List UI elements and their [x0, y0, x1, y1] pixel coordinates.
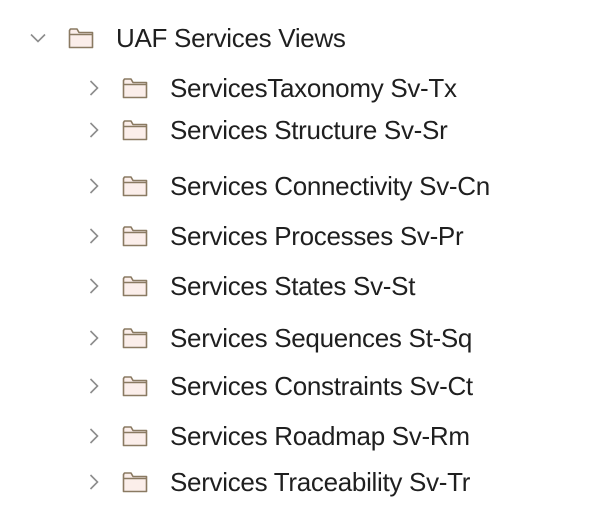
tree-node-label: UAF Services Views: [116, 23, 346, 53]
folder-icon: [122, 425, 148, 447]
chevron-right-icon[interactable]: [84, 472, 104, 492]
folder-icon: [122, 225, 148, 247]
chevron-right-icon[interactable]: [84, 120, 104, 140]
tree-node-services-states[interactable]: Services States Sv-St: [84, 266, 415, 306]
tree-node-services-taxonomy[interactable]: ServicesTaxonomy Sv-Tx: [84, 68, 457, 108]
package-tree: UAF Services Views ServicesTaxonomy Sv-T…: [0, 0, 590, 505]
folder-icon: [122, 327, 148, 349]
tree-node-services-sequences[interactable]: Services Sequences St-Sq: [84, 318, 472, 358]
tree-node-services-structure[interactable]: Services Structure Sv-Sr: [84, 110, 448, 150]
tree-node-label: Services States Sv-St: [170, 271, 416, 301]
tree-node-services-roadmap[interactable]: Services Roadmap Sv-Rm: [84, 416, 470, 456]
chevron-right-icon[interactable]: [84, 176, 104, 196]
tree-node-label: Services Connectivity Sv-Cn: [170, 171, 490, 201]
tree-node-label: Services Structure Sv-Sr: [170, 115, 448, 145]
tree-node-label: Services Sequences St-Sq: [170, 323, 473, 353]
tree-node-uaf-services-views[interactable]: UAF Services Views: [28, 18, 346, 58]
tree-node-label: ServicesTaxonomy Sv-Tx: [170, 73, 457, 103]
chevron-right-icon[interactable]: [84, 426, 104, 446]
folder-icon: [122, 471, 148, 493]
folder-icon: [68, 27, 94, 49]
tree-node-label: Services Roadmap Sv-Rm: [170, 421, 470, 451]
chevron-right-icon[interactable]: [84, 78, 104, 98]
tree-node-label: Services Traceability Sv-Tr: [170, 467, 471, 497]
tree-node-services-connectivity[interactable]: Services Connectivity Sv-Cn: [84, 166, 490, 206]
tree-node-services-constraints[interactable]: Services Constraints Sv-Ct: [84, 366, 473, 406]
chevron-right-icon[interactable]: [84, 328, 104, 348]
chevron-right-icon[interactable]: [84, 276, 104, 296]
folder-icon: [122, 119, 148, 141]
chevron-right-icon[interactable]: [84, 226, 104, 246]
folder-icon: [122, 275, 148, 297]
tree-node-services-traceability[interactable]: Services Traceability Sv-Tr: [84, 462, 470, 502]
chevron-right-icon[interactable]: [84, 376, 104, 396]
folder-icon: [122, 175, 148, 197]
tree-node-label: Services Processes Sv-Pr: [170, 221, 464, 251]
folder-icon: [122, 77, 148, 99]
folder-icon: [122, 375, 148, 397]
tree-node-label: Services Constraints Sv-Ct: [170, 371, 473, 401]
tree-node-services-processes[interactable]: Services Processes Sv-Pr: [84, 216, 464, 256]
chevron-down-icon[interactable]: [28, 28, 48, 48]
